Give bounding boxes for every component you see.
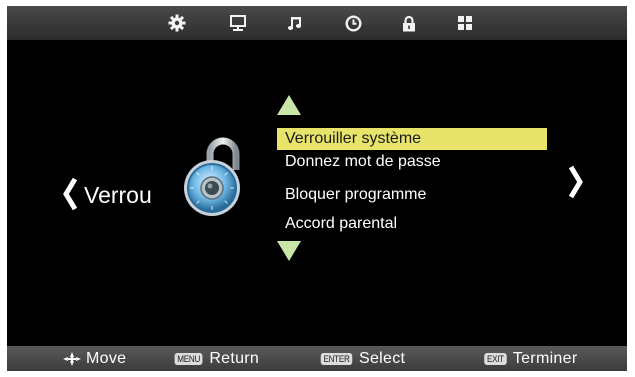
clock-icon[interactable] [342,12,364,34]
lock-icon[interactable] [398,12,420,34]
hint-move: Move [63,349,126,369]
category-bar [7,6,627,40]
hint-return-label: Return [209,350,260,367]
monitor-icon[interactable] [227,12,249,34]
tv-osd-screen: Verrou Verrouiller système Donnez mot de… [0,0,635,377]
move-arrows-icon [63,352,81,366]
osd-panel: Verrou Verrouiller système Donnez mot de… [7,6,627,371]
grid-icon[interactable] [454,12,476,34]
previous-menu-arrow-icon[interactable] [61,176,79,212]
padlock-dial-icon [184,137,240,216]
gear-icon[interactable] [166,12,188,34]
menu-item-donnez-mot-de-passe[interactable]: Donnez mot de passe [277,151,441,173]
hint-return: MENU Return [173,349,259,369]
hint-exit-label: Terminer [512,350,578,367]
music-note-icon[interactable] [284,12,306,34]
key-hint-bar: Move MENU Return ENTER Select EXIT Termi… [7,346,627,371]
menu-item-verrouiller-systeme[interactable]: Verrouiller système [277,128,547,150]
enter-key-badge: ENTER [320,353,353,365]
menu-item-bloquer-programme[interactable]: Bloquer programme [277,184,426,206]
hint-exit: EXIT Terminer [483,349,577,369]
scroll-up-arrow-icon[interactable] [276,94,302,116]
hint-select-label: Select [359,350,406,367]
menu-title: Verrou [84,182,152,208]
menu-item-accord-parental[interactable]: Accord parental [277,213,397,235]
menu-key-badge: MENU [174,353,203,365]
scroll-down-arrow-icon[interactable] [276,240,302,262]
hint-move-label: Move [86,350,127,367]
next-menu-arrow-icon[interactable] [567,164,585,200]
hint-select: ENTER Select [319,349,405,369]
exit-key-badge: EXIT [484,353,507,365]
